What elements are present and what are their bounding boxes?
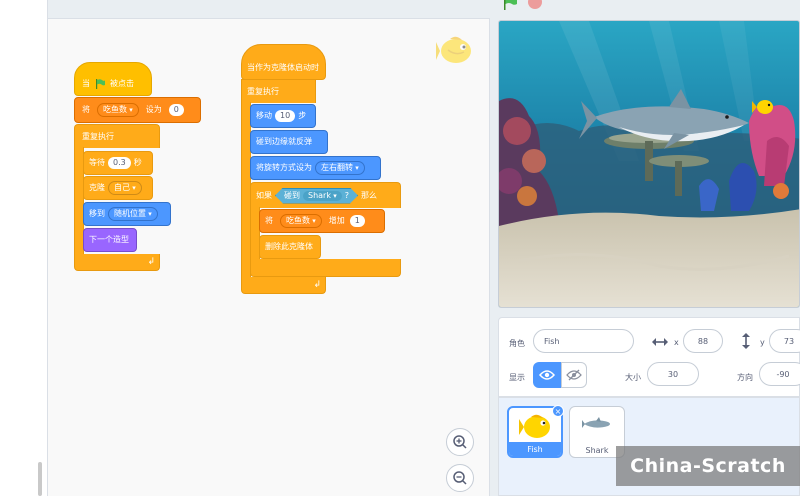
create-clone-block[interactable]: 克隆 自己 <box>83 176 153 200</box>
stop-button[interactable] <box>528 0 542 9</box>
underwater-backdrop <box>499 21 799 307</box>
stage[interactable] <box>498 20 800 308</box>
touching-label: 碰到 <box>284 190 300 200</box>
zoom-out-icon <box>453 471 467 485</box>
forever-bottom: ↲ <box>74 254 160 271</box>
change-by-label: 增加 <box>328 216 345 225</box>
change-label: 将 <box>265 216 273 225</box>
forever-bottom-2: ↲ <box>241 277 326 294</box>
clone-label: 克隆 <box>89 183 105 192</box>
direction-label: 方向 <box>737 373 753 382</box>
show-label: 显示 <box>509 373 525 382</box>
clone-target-dropdown[interactable]: 自己 <box>108 181 142 195</box>
wait-value-input[interactable]: 0.3 <box>108 157 131 169</box>
delete-clone-label: 删除此克隆体 <box>265 242 313 251</box>
forever-label: 重复执行 <box>82 131 114 141</box>
bounce-label: 碰到边缘就反弹 <box>256 137 312 146</box>
hat-clicked-text: 被点击 <box>110 79 134 88</box>
y-arrows-icon <box>742 333 750 349</box>
forever-block[interactable]: 重复执行 <box>74 124 160 148</box>
when-start-as-clone-hat[interactable]: 当作为克隆体启动时 <box>241 44 326 80</box>
if-bottom <box>250 259 401 277</box>
rotation-label: 将旋转方式设为 <box>256 163 312 172</box>
size-label: 大小 <box>625 373 641 382</box>
close-icon: × <box>554 406 562 416</box>
set-rotation-style-block[interactable]: 将旋转方式设为 左右翻转 <box>250 156 381 180</box>
if-block[interactable]: 如果 碰到 Shark ? 那么 <box>250 182 401 208</box>
goto-label: 移到 <box>89 209 105 218</box>
green-flag-icon <box>96 79 105 89</box>
change-variable-block[interactable]: 将 吃鱼数 增加 1 <box>259 209 385 233</box>
direction-input[interactable]: -90 <box>759 362 800 386</box>
eye-icon <box>539 370 555 380</box>
forever-block-2[interactable]: 重复执行 <box>241 79 316 103</box>
wait-unit: 秒 <box>133 158 142 167</box>
zoom-out-button[interactable] <box>446 464 474 492</box>
sprite-name-input[interactable]: Fish <box>533 329 634 353</box>
touching-condition[interactable]: 碰到 Shark ? <box>275 188 358 204</box>
next-costume-label: 下一个造型 <box>89 235 129 244</box>
x-arrows-icon <box>652 338 668 346</box>
if-label: 如果 <box>256 190 272 200</box>
size-input[interactable]: 30 <box>647 362 699 386</box>
show-hidden-button[interactable] <box>561 362 587 388</box>
set-variable-block[interactable]: 将 吃鱼数 设为 0 <box>74 97 201 123</box>
zoom-in-icon <box>453 435 467 449</box>
sprite-label: 角色 <box>509 339 525 348</box>
hat-when-text: 当 <box>82 79 90 88</box>
move-label: 移动 <box>256 111 272 120</box>
delete-clone-block[interactable]: 删除此克隆体 <box>259 235 321 259</box>
goto-target-dropdown[interactable]: 随机位置 <box>108 207 158 221</box>
code-area-top-bar <box>48 0 490 18</box>
then-label: 那么 <box>360 190 377 200</box>
green-flag-button[interactable] <box>502 0 518 10</box>
move-value-input[interactable]: 10 <box>275 110 296 122</box>
eye-hidden-icon <box>566 369 582 381</box>
set-value-input[interactable]: 0 <box>168 104 184 116</box>
variable-dropdown[interactable]: 吃鱼数 <box>97 103 139 117</box>
when-flag-clicked-hat[interactable]: 当 被点击 <box>74 62 152 96</box>
loop-arrow-icon: ↲ <box>147 256 155 267</box>
next-costume-block[interactable]: 下一个造型 <box>83 228 137 252</box>
y-input[interactable]: 73 <box>769 329 800 353</box>
bounce-block[interactable]: 碰到边缘就反弹 <box>250 130 328 154</box>
move-unit: 步 <box>298 111 307 120</box>
move-block[interactable]: 移动 10 步 <box>250 104 316 128</box>
stage-header <box>490 0 800 18</box>
sprite-info-panel: 角色 Fish x 88 y 73 显示 大小 30 方向 -90 <box>498 317 800 397</box>
touching-target-dropdown[interactable]: Shark <box>303 191 342 201</box>
change-value-input[interactable]: 1 <box>349 215 365 227</box>
x-input[interactable]: 88 <box>683 329 723 353</box>
block-palette-edge <box>0 0 48 496</box>
show-visible-button[interactable] <box>533 362 561 388</box>
y-label: y <box>760 338 765 347</box>
question-mark: ? <box>344 190 349 200</box>
set-to-label: 设为 <box>145 105 162 114</box>
zoom-in-button[interactable] <box>446 428 474 456</box>
wait-label: 等待 <box>89 158 105 167</box>
wait-block[interactable]: 等待 0.3 秒 <box>83 151 153 175</box>
forever-label-2: 重复执行 <box>247 86 279 96</box>
clone-hat-label: 当作为克隆体启动时 <box>247 63 319 72</box>
watermark: China-Scratch <box>616 446 800 486</box>
change-variable-dropdown[interactable]: 吃鱼数 <box>280 214 322 228</box>
sprite-tile-fish[interactable]: Fish × <box>507 405 564 458</box>
loop-arrow-icon: ↲ <box>313 279 321 290</box>
rotation-style-dropdown[interactable]: 左右翻转 <box>315 161 365 175</box>
shark-thumbnail-icon <box>582 417 610 428</box>
sprite-tile-label: Fish <box>509 442 561 456</box>
x-label: x <box>674 338 679 347</box>
current-sprite-fish-icon <box>436 34 476 68</box>
palette-scrollbar[interactable] <box>38 462 42 496</box>
set-label: 将 <box>82 105 90 114</box>
goto-block[interactable]: 移到 随机位置 <box>83 202 171 226</box>
delete-sprite-button[interactable]: × <box>552 405 564 417</box>
fish-thumbnail-icon <box>519 414 550 438</box>
